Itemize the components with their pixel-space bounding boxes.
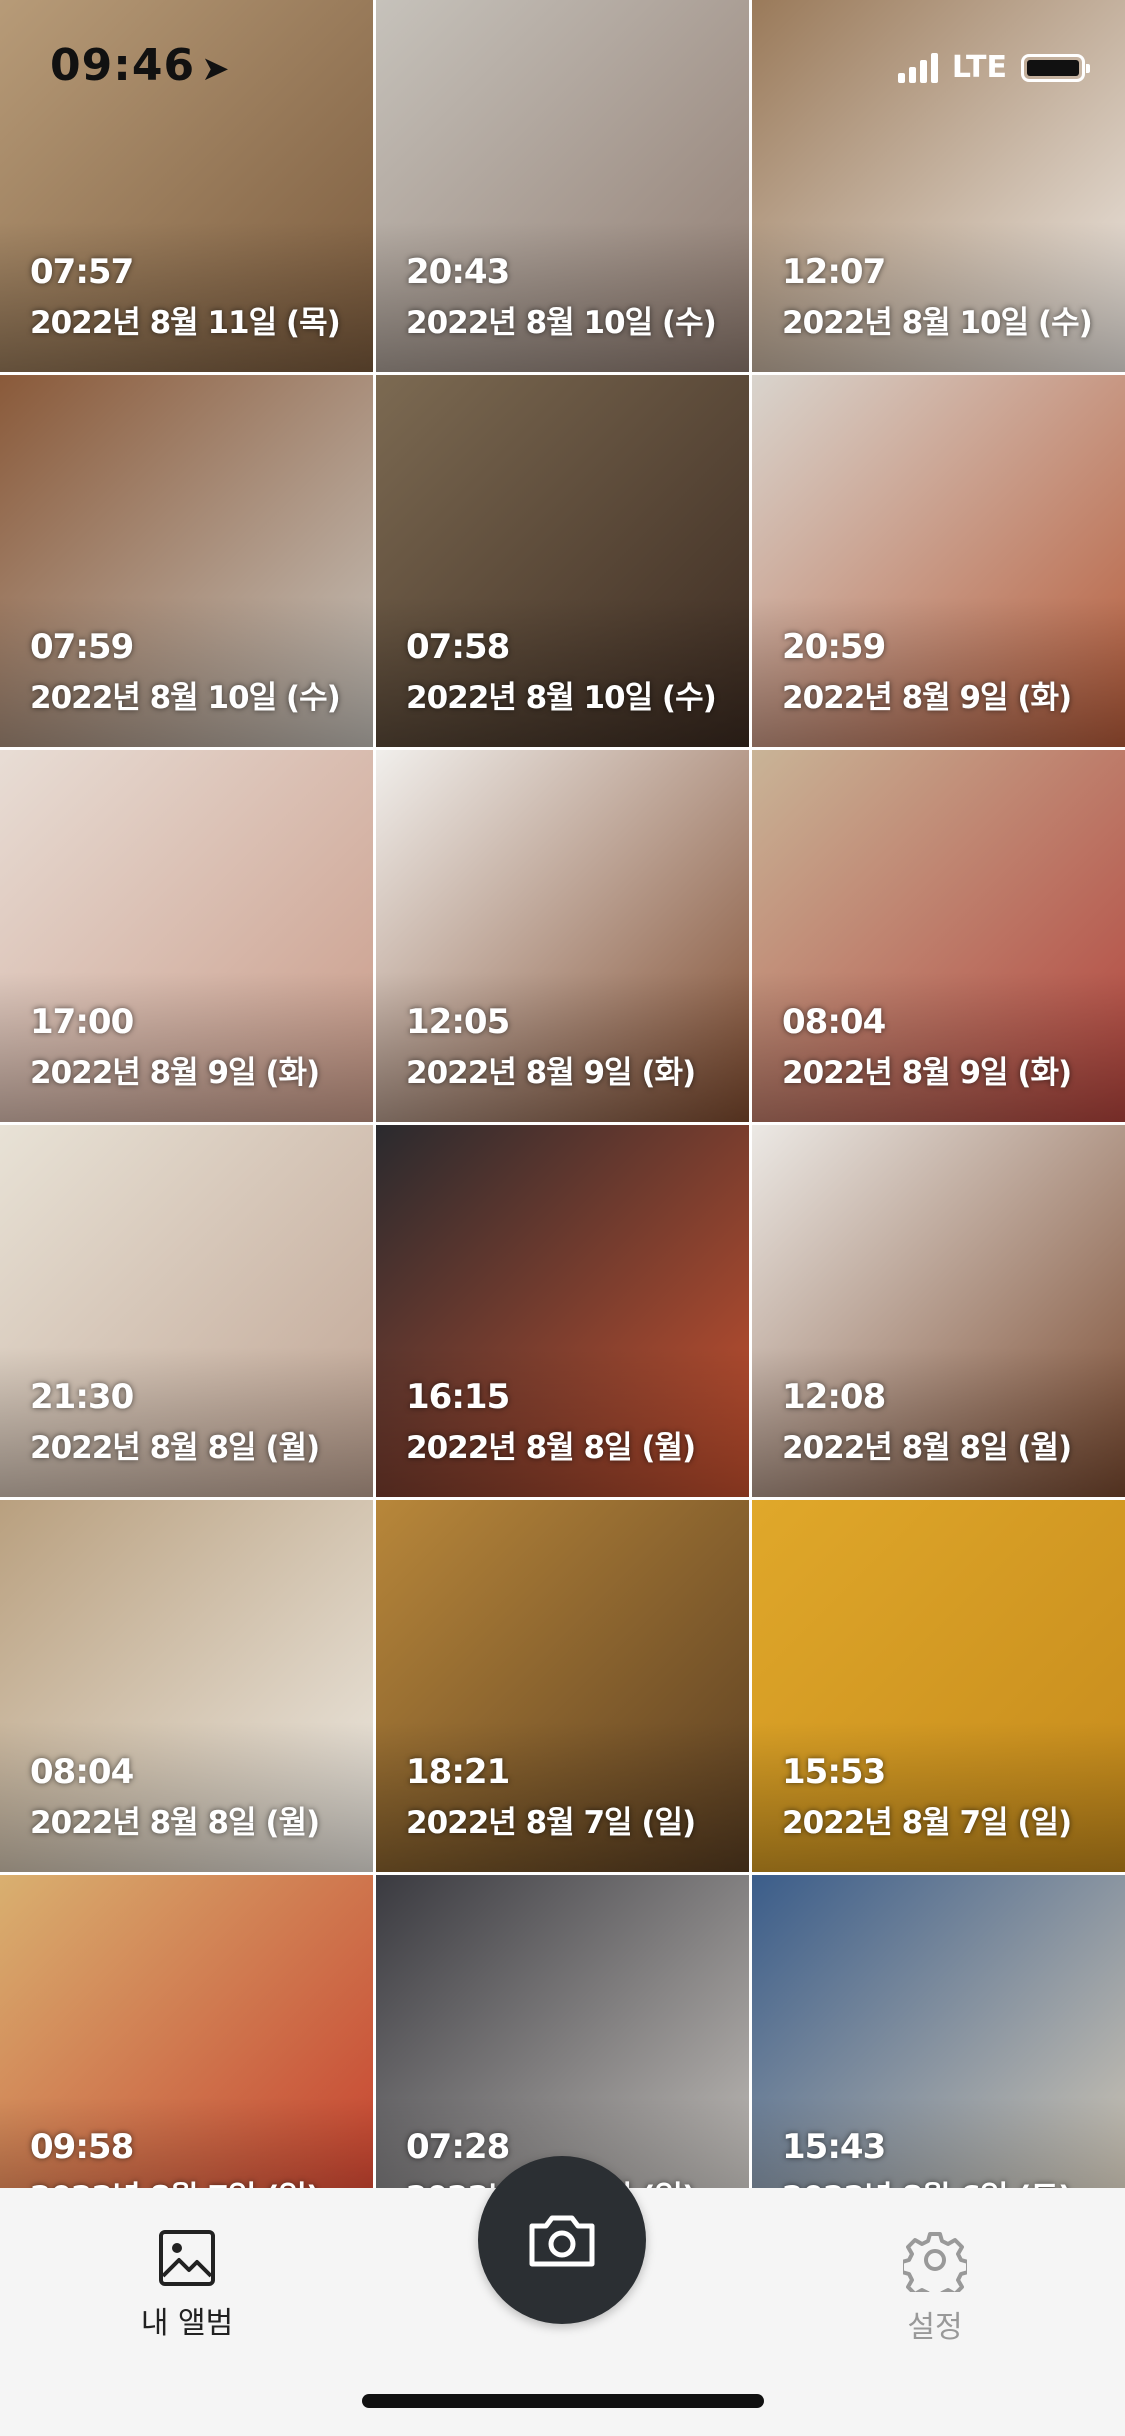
photo-date: 2022년 8월 10일 (수) bbox=[406, 680, 717, 716]
photo-tile[interactable]: 18:21 2022년 8월 7일 (일) bbox=[376, 1500, 749, 1872]
photo-date: 2022년 8월 8일 (월) bbox=[30, 1430, 320, 1466]
photo-tile[interactable]: 12:08 2022년 8월 8일 (월) bbox=[752, 1125, 1125, 1497]
photo-date: 2022년 8월 7일 (일) bbox=[782, 1805, 1072, 1841]
photo-date: 2022년 8월 8일 (월) bbox=[406, 1430, 696, 1466]
camera-icon bbox=[529, 2215, 595, 2267]
tab-my-album-label: 내 앨범 bbox=[140, 2306, 234, 2341]
tab-settings[interactable]: 설정 bbox=[825, 2228, 1045, 2346]
photo-date: 2022년 8월 8일 (월) bbox=[30, 1805, 320, 1841]
photo-time: 15:43 bbox=[782, 2127, 886, 2167]
photo-tile[interactable]: 20:43 2022년 8월 10일 (수) bbox=[376, 0, 749, 372]
photo-time: 20:43 bbox=[406, 252, 510, 292]
photo-time: 12:07 bbox=[782, 252, 886, 292]
photo-date: 2022년 8월 10일 (수) bbox=[782, 305, 1093, 341]
photo-tile[interactable]: 16:15 2022년 8월 8일 (월) bbox=[376, 1125, 749, 1497]
photo-date: 2022년 8월 8일 (월) bbox=[782, 1430, 1072, 1466]
photo-tile[interactable]: 15:53 2022년 8월 7일 (일) bbox=[752, 1500, 1125, 1872]
photo-time: 08:04 bbox=[782, 1002, 886, 1042]
photo-time: 07:58 bbox=[406, 627, 510, 667]
photo-time: 07:28 bbox=[406, 2127, 510, 2167]
tab-my-album[interactable]: 내 앨범 bbox=[77, 2228, 297, 2342]
tab-settings-label: 설정 bbox=[907, 2310, 963, 2345]
photo-date: 2022년 8월 10일 (수) bbox=[30, 680, 341, 716]
camera-button[interactable] bbox=[478, 2156, 646, 2324]
photo-date: 2022년 8월 9일 (화) bbox=[782, 680, 1072, 716]
photo-time: 18:21 bbox=[406, 1752, 510, 1792]
photo-tile[interactable]: 21:30 2022년 8월 8일 (월) bbox=[0, 1125, 373, 1497]
photo-grid: 07:57 2022년 8월 11일 (목) 20:43 2022년 8월 10일 (… bbox=[0, 0, 1125, 2247]
gear-icon bbox=[903, 2232, 967, 2292]
photo-time: 15:53 bbox=[782, 1752, 886, 1792]
photo-tile[interactable]: 20:59 2022년 8월 9일 (화) bbox=[752, 375, 1125, 747]
photo-date: 2022년 8월 9일 (화) bbox=[406, 1055, 696, 1091]
image-icon bbox=[159, 2230, 215, 2286]
photo-tile[interactable]: 08:04 2022년 8월 8일 (월) bbox=[0, 1500, 373, 1872]
photo-time: 07:59 bbox=[30, 627, 134, 667]
photo-time: 09:58 bbox=[30, 2127, 134, 2167]
photo-tile[interactable]: 07:59 2022년 8월 10일 (수) bbox=[0, 375, 373, 747]
photo-tile[interactable]: 07:57 2022년 8월 11일 (목) bbox=[0, 0, 373, 372]
photo-time: 21:30 bbox=[30, 1377, 134, 1417]
photo-time: 20:59 bbox=[782, 627, 886, 667]
photo-time: 08:04 bbox=[30, 1752, 134, 1792]
photo-time: 12:05 bbox=[406, 1002, 510, 1042]
photo-tile[interactable]: 07:58 2022년 8월 10일 (수) bbox=[376, 375, 749, 747]
photo-tile[interactable]: 12:05 2022년 8월 9일 (화) bbox=[376, 750, 749, 1122]
photo-date: 2022년 8월 10일 (수) bbox=[406, 305, 717, 341]
photo-date: 2022년 8월 9일 (화) bbox=[30, 1055, 320, 1091]
photo-date: 2022년 8월 11일 (목) bbox=[30, 305, 341, 341]
photo-time: 16:15 bbox=[406, 1377, 510, 1417]
photo-date: 2022년 8월 9일 (화) bbox=[782, 1055, 1072, 1091]
photo-time: 07:57 bbox=[30, 252, 134, 292]
photo-tile[interactable]: 12:07 2022년 8월 10일 (수) bbox=[752, 0, 1125, 372]
photo-date: 2022년 8월 7일 (일) bbox=[406, 1805, 696, 1841]
photo-tile[interactable]: 17:00 2022년 8월 9일 (화) bbox=[0, 750, 373, 1122]
photo-time: 12:08 bbox=[782, 1377, 886, 1417]
photo-time: 17:00 bbox=[30, 1002, 134, 1042]
photo-tile[interactable]: 08:04 2022년 8월 9일 (화) bbox=[752, 750, 1125, 1122]
home-indicator bbox=[362, 2394, 764, 2408]
